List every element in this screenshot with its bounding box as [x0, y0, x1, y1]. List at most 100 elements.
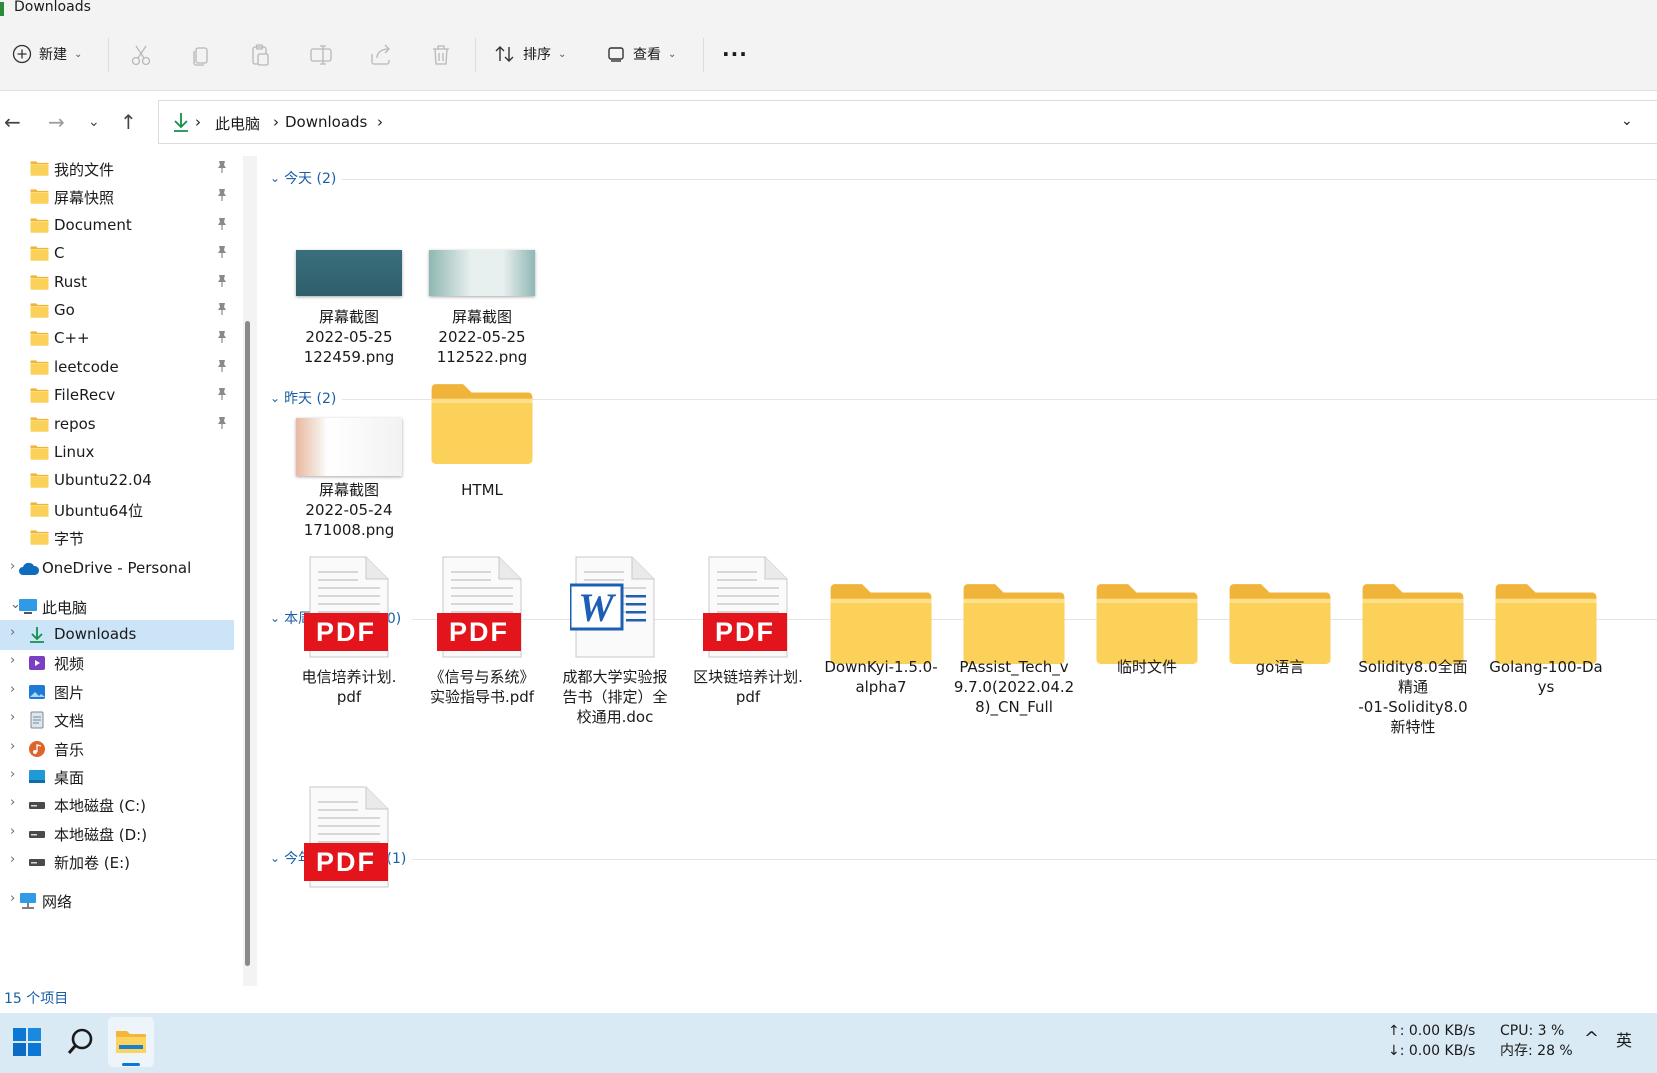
- file-name-line: 《信号与系统》: [429, 668, 535, 686]
- sidebar-item-pc[interactable]: › 本地磁盘 (C:): [0, 790, 234, 820]
- sidebar-item-pc[interactable]: › Downloads: [0, 620, 234, 650]
- expand-chevron-icon[interactable]: ›: [10, 739, 15, 754]
- expand-chevron-icon[interactable]: ›: [10, 852, 15, 867]
- sidebar-item-quick-access[interactable]: Linux: [0, 438, 234, 468]
- pin-icon[interactable]: [216, 188, 228, 202]
- breadcrumb-chevron-icon[interactable]: ›: [377, 113, 383, 131]
- sidebar-item-quick-access[interactable]: C++: [0, 324, 234, 354]
- file-name: 屏幕截图 2022-05-25 112522.png: [411, 307, 553, 367]
- sidebar-item-pc[interactable]: › 桌面: [0, 762, 234, 792]
- group-header[interactable]: ⌄ 今天 (2): [270, 168, 336, 188]
- sidebar-item-quick-access[interactable]: Go: [0, 296, 234, 326]
- file-name-line: ys: [1537, 678, 1555, 696]
- address-history-chevron-icon[interactable]: ⌄: [1621, 113, 1633, 129]
- file-explorer-taskbar-button[interactable]: [108, 1017, 154, 1067]
- collapse-chevron-icon[interactable]: ⌄: [270, 851, 280, 865]
- sidebar-item-label: Ubuntu64位: [54, 501, 143, 520]
- delete-icon[interactable]: [428, 42, 454, 68]
- sidebar-item-quick-access[interactable]: leetcode: [0, 353, 234, 383]
- new-button[interactable]: 新建 ⌄: [12, 34, 82, 74]
- breadcrumb-this-pc[interactable]: 此电脑: [215, 113, 260, 134]
- breadcrumb-chevron-icon[interactable]: ›: [273, 113, 279, 131]
- breadcrumb-chevron-icon[interactable]: ›: [195, 113, 201, 131]
- file-name-line: DownKyi-1.5.0-: [824, 658, 938, 676]
- address-bar[interactable]: › 此电脑 › Downloads › ⌄: [158, 100, 1657, 144]
- svg-text:W: W: [578, 585, 616, 630]
- input-method-indicator[interactable]: 英: [1616, 1031, 1632, 1051]
- forward-arrow-icon[interactable]: →: [48, 110, 65, 134]
- sidebar-item-quick-access[interactable]: Rust: [0, 268, 234, 298]
- expand-chevron-icon[interactable]: ›: [10, 625, 15, 640]
- expand-chevron-icon[interactable]: ›: [10, 710, 15, 725]
- sidebar-item-this-pc[interactable]: ⌄ 此电脑: [0, 592, 234, 622]
- sidebar-item-quick-access[interactable]: 屏幕快照: [0, 182, 234, 212]
- view-button[interactable]: 查看 ⌄: [606, 34, 676, 74]
- sidebar-item-onedrive[interactable]: › OneDrive - Personal: [0, 554, 234, 584]
- scrollbar-thumb[interactable]: [245, 321, 250, 966]
- sidebar-item-quick-access[interactable]: FileRecv: [0, 381, 234, 411]
- expand-chevron-icon[interactable]: ›: [10, 653, 15, 668]
- pin-icon[interactable]: [216, 387, 228, 401]
- pin-icon[interactable]: [216, 416, 228, 430]
- sidebar-item-pc[interactable]: › 本地磁盘 (D:): [0, 819, 234, 849]
- sidebar-item-quick-access[interactable]: Ubuntu64位: [0, 495, 234, 525]
- expand-chevron-icon[interactable]: ›: [10, 559, 15, 574]
- collapse-chevron-icon[interactable]: ⌄: [270, 391, 280, 405]
- net-upload-speed: ↑: 0.00 KB/s: [1388, 1023, 1476, 1039]
- pin-icon[interactable]: [216, 245, 228, 259]
- recent-locations-chevron-icon[interactable]: ⌄: [88, 114, 100, 130]
- window-title: Downloads: [14, 0, 91, 15]
- expand-chevron-icon[interactable]: ›: [10, 682, 15, 697]
- copy-icon[interactable]: [188, 42, 214, 68]
- rename-icon[interactable]: [308, 42, 334, 68]
- windows-start-icon[interactable]: [12, 1027, 42, 1057]
- file-name-line: PAssist_Tech_v: [959, 658, 1069, 676]
- pin-icon[interactable]: [216, 359, 228, 373]
- sidebar-item-quick-access[interactable]: repos: [0, 410, 234, 440]
- sidebar-item-label: repos: [54, 414, 96, 433]
- expand-chevron-icon[interactable]: ›: [10, 891, 15, 906]
- share-icon[interactable]: [368, 42, 394, 68]
- new-label: 新建: [39, 47, 67, 63]
- cut-icon[interactable]: [128, 42, 154, 68]
- file-name-line: 屏幕截图: [318, 308, 379, 326]
- sidebar-item-pc[interactable]: › 文档: [0, 705, 234, 735]
- file-name: 屏幕截图 2022-05-25 122459.png: [278, 307, 420, 367]
- pin-icon[interactable]: [216, 160, 228, 174]
- paste-icon[interactable]: [248, 42, 274, 68]
- pin-icon[interactable]: [216, 274, 228, 288]
- search-icon[interactable]: [66, 1027, 96, 1057]
- more-options-button[interactable]: ···: [722, 34, 748, 74]
- pin-icon[interactable]: [216, 217, 228, 231]
- expand-chevron-icon[interactable]: ›: [10, 824, 15, 839]
- sidebar-item-pc[interactable]: › 新加卷 (E:): [0, 847, 234, 877]
- sidebar-item-quick-access[interactable]: 字节: [0, 523, 234, 553]
- back-arrow-icon[interactable]: ←: [4, 110, 21, 134]
- up-arrow-icon[interactable]: ↑: [120, 110, 137, 134]
- collapse-chevron-icon[interactable]: ⌄: [270, 171, 280, 185]
- sidebar-scrollbar[interactable]: [243, 156, 257, 986]
- expand-chevron-icon[interactable]: ›: [10, 767, 15, 782]
- pin-icon[interactable]: [216, 302, 228, 316]
- sidebar-item-quick-access[interactable]: 我的文件: [0, 154, 234, 184]
- drive-icon: [29, 859, 45, 867]
- sidebar-item-quick-access[interactable]: Ubuntu22.04: [0, 466, 234, 496]
- network-icon: [20, 893, 36, 909]
- sort-button[interactable]: 排序 ⌄: [494, 34, 566, 74]
- file-list: ⌄ 今天 (2) 屏幕截图 2022-05-25 122459.png 屏幕截图 2022-…: [262, 150, 1657, 980]
- sidebar-item-pc[interactable]: › 图片: [0, 677, 234, 707]
- file-name: 屏幕截图 2022-05-24 171008.png: [278, 480, 420, 540]
- sidebar-item-pc[interactable]: › 视频: [0, 648, 234, 678]
- sidebar-item-pc[interactable]: › 音乐: [0, 734, 234, 764]
- sidebar-item-quick-access[interactable]: Document: [0, 211, 234, 241]
- collapse-chevron-icon[interactable]: ⌄: [270, 611, 280, 625]
- file-name-line: 2022-05-25: [438, 328, 526, 346]
- sidebar-item-network[interactable]: › 网络: [0, 886, 234, 916]
- breadcrumb-downloads[interactable]: Downloads: [285, 113, 367, 131]
- expand-chevron-icon[interactable]: ›: [10, 795, 15, 810]
- pin-icon[interactable]: [216, 330, 228, 344]
- sidebar-item-quick-access[interactable]: C: [0, 239, 234, 269]
- group-header[interactable]: ⌄ 昨天 (2): [270, 388, 336, 408]
- file-name: go语言: [1209, 657, 1351, 677]
- tray-overflow-chevron-icon[interactable]: ^: [1584, 1029, 1599, 1049]
